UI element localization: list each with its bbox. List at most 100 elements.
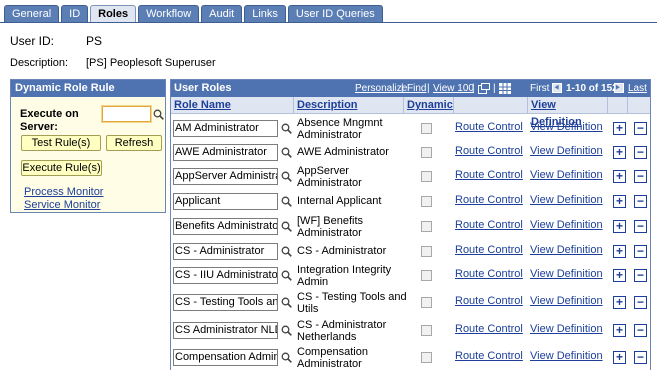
- download-grid-icon[interactable]: [499, 83, 511, 94]
- delete-row-button[interactable]: −: [634, 220, 647, 233]
- add-row-button[interactable]: +: [613, 220, 626, 233]
- search-icon[interactable]: [281, 352, 292, 363]
- role-description: Absence Mngmnt Administrator: [297, 117, 383, 141]
- test-rules-button[interactable]: Test Rule(s): [21, 135, 101, 151]
- role-name-field[interactable]: CS - Testing Tools and: [173, 294, 278, 311]
- delete-row-button[interactable]: −: [634, 245, 647, 258]
- view-definition-link[interactable]: View Definition: [530, 323, 603, 335]
- last-link[interactable]: Last: [628, 80, 647, 97]
- view-definition-link[interactable]: View Definition: [530, 169, 603, 181]
- search-icon[interactable]: [153, 109, 164, 120]
- delete-row-button[interactable]: −: [634, 296, 647, 309]
- next-arrow-icon[interactable]: [614, 83, 624, 93]
- role-name-field[interactable]: CS - IIU Administrator: [173, 267, 278, 284]
- delete-row-button[interactable]: −: [634, 269, 647, 282]
- add-row-button[interactable]: +: [613, 146, 626, 159]
- refresh-button[interactable]: Refresh: [106, 135, 162, 151]
- tab-divider: [0, 22, 657, 23]
- table-row: AM Administrator Absence Mngmnt Administ…: [171, 116, 650, 141]
- search-icon[interactable]: [281, 221, 292, 232]
- delete-row-button[interactable]: −: [634, 146, 647, 159]
- delete-row-button[interactable]: −: [634, 351, 647, 364]
- add-row-button[interactable]: +: [613, 170, 626, 183]
- role-name-field[interactable]: Benefits Administrator: [173, 218, 278, 235]
- role-name-field[interactable]: Applicant: [173, 193, 278, 210]
- find-link[interactable]: Find: [407, 80, 426, 97]
- column-add: [608, 97, 628, 114]
- route-control-link[interactable]: Route Control: [455, 268, 523, 280]
- tab-id[interactable]: ID: [61, 5, 89, 22]
- view-definition-link[interactable]: View Definition: [530, 145, 603, 157]
- new-window-icon[interactable]: [478, 83, 490, 94]
- separator: |: [493, 83, 496, 94]
- dynamic-checkbox: [421, 123, 432, 134]
- description-value: [PS] Peoplesoft Superuser: [86, 57, 216, 69]
- add-row-button[interactable]: +: [613, 324, 626, 337]
- tab-general[interactable]: General: [4, 5, 60, 22]
- add-row-button[interactable]: +: [613, 195, 626, 208]
- view-definition-link[interactable]: View Definition: [530, 121, 603, 133]
- role-name-field[interactable]: AWE Administrator: [173, 144, 278, 161]
- view-definition-link[interactable]: View Definition: [530, 295, 603, 307]
- dynamic-checkbox: [421, 352, 432, 363]
- search-icon[interactable]: [281, 171, 292, 182]
- role-name-field[interactable]: Compensation Administrator: [173, 349, 278, 366]
- tab-links[interactable]: Links: [244, 5, 286, 22]
- delete-row-button[interactable]: −: [634, 195, 647, 208]
- search-icon[interactable]: [281, 246, 292, 257]
- column-dynamic[interactable]: Dynamic: [404, 97, 454, 114]
- column-description[interactable]: Description: [294, 97, 404, 114]
- delete-row-button[interactable]: −: [634, 324, 647, 337]
- table-row: CS - IIU Administrator Integration Integ…: [171, 263, 650, 288]
- add-row-button[interactable]: +: [613, 269, 626, 282]
- search-icon[interactable]: [281, 325, 292, 336]
- table-row: CS Administrator NLD CS - Administrator …: [171, 318, 650, 343]
- view-definition-link[interactable]: View Definition: [530, 219, 603, 231]
- execute-on-server-input[interactable]: [102, 106, 151, 122]
- tab-workflow[interactable]: Workflow: [138, 5, 200, 22]
- route-control-link[interactable]: Route Control: [455, 194, 523, 206]
- route-control-link[interactable]: Route Control: [455, 350, 523, 362]
- route-control-link[interactable]: Route Control: [455, 219, 523, 231]
- view-definition-link[interactable]: View Definition: [530, 244, 603, 256]
- role-name-field[interactable]: CS Administrator NLD: [173, 322, 278, 339]
- search-icon[interactable]: [281, 147, 292, 158]
- view-100-link[interactable]: View 100: [433, 80, 474, 97]
- add-row-button[interactable]: +: [613, 351, 626, 364]
- search-icon[interactable]: [281, 270, 292, 281]
- personalize-link[interactable]: Personalize: [355, 80, 407, 97]
- add-row-button[interactable]: +: [613, 122, 626, 135]
- route-control-link[interactable]: Route Control: [455, 295, 523, 307]
- view-definition-link[interactable]: View Definition: [530, 194, 603, 206]
- tab-roles[interactable]: Roles: [90, 5, 137, 23]
- route-control-link[interactable]: Route Control: [455, 323, 523, 335]
- role-name-field[interactable]: AM Administrator: [173, 120, 278, 137]
- user-roles-column-header: Role Name Description Dynamic View Defin…: [171, 97, 650, 128]
- route-control-link[interactable]: Route Control: [455, 244, 523, 256]
- search-icon[interactable]: [281, 297, 292, 308]
- dynamic-checkbox: [421, 196, 432, 207]
- tab-audit[interactable]: Audit: [201, 5, 243, 22]
- column-role-name[interactable]: Role Name: [171, 97, 294, 114]
- role-description: [WF] Benefits Administrator: [297, 215, 364, 239]
- route-control-link[interactable]: Route Control: [455, 121, 523, 133]
- service-monitor-link[interactable]: Service Monitor: [24, 199, 100, 211]
- tab-user-id-queries[interactable]: User ID Queries: [287, 5, 383, 22]
- add-row-button[interactable]: +: [613, 296, 626, 309]
- process-monitor-link[interactable]: Process Monitor: [24, 186, 103, 198]
- route-control-link[interactable]: Route Control: [455, 169, 523, 181]
- previous-arrow-icon[interactable]: [552, 83, 562, 93]
- role-name-field[interactable]: AppServer Administrator: [173, 168, 278, 185]
- route-control-link[interactable]: Route Control: [455, 145, 523, 157]
- search-icon[interactable]: [281, 196, 292, 207]
- column-view-definition[interactable]: View Definition: [528, 97, 608, 128]
- delete-row-button[interactable]: −: [634, 122, 647, 135]
- role-name-field[interactable]: CS - Administrator: [173, 243, 278, 260]
- delete-row-button[interactable]: −: [634, 170, 647, 183]
- search-icon[interactable]: [281, 123, 292, 134]
- view-definition-link[interactable]: View Definition: [530, 268, 603, 280]
- tab-bar: General ID Roles Workflow Audit Links Us…: [4, 5, 385, 23]
- view-definition-link[interactable]: View Definition: [530, 350, 603, 362]
- execute-rules-button[interactable]: Execute Rule(s): [21, 160, 102, 176]
- add-row-button[interactable]: +: [613, 245, 626, 258]
